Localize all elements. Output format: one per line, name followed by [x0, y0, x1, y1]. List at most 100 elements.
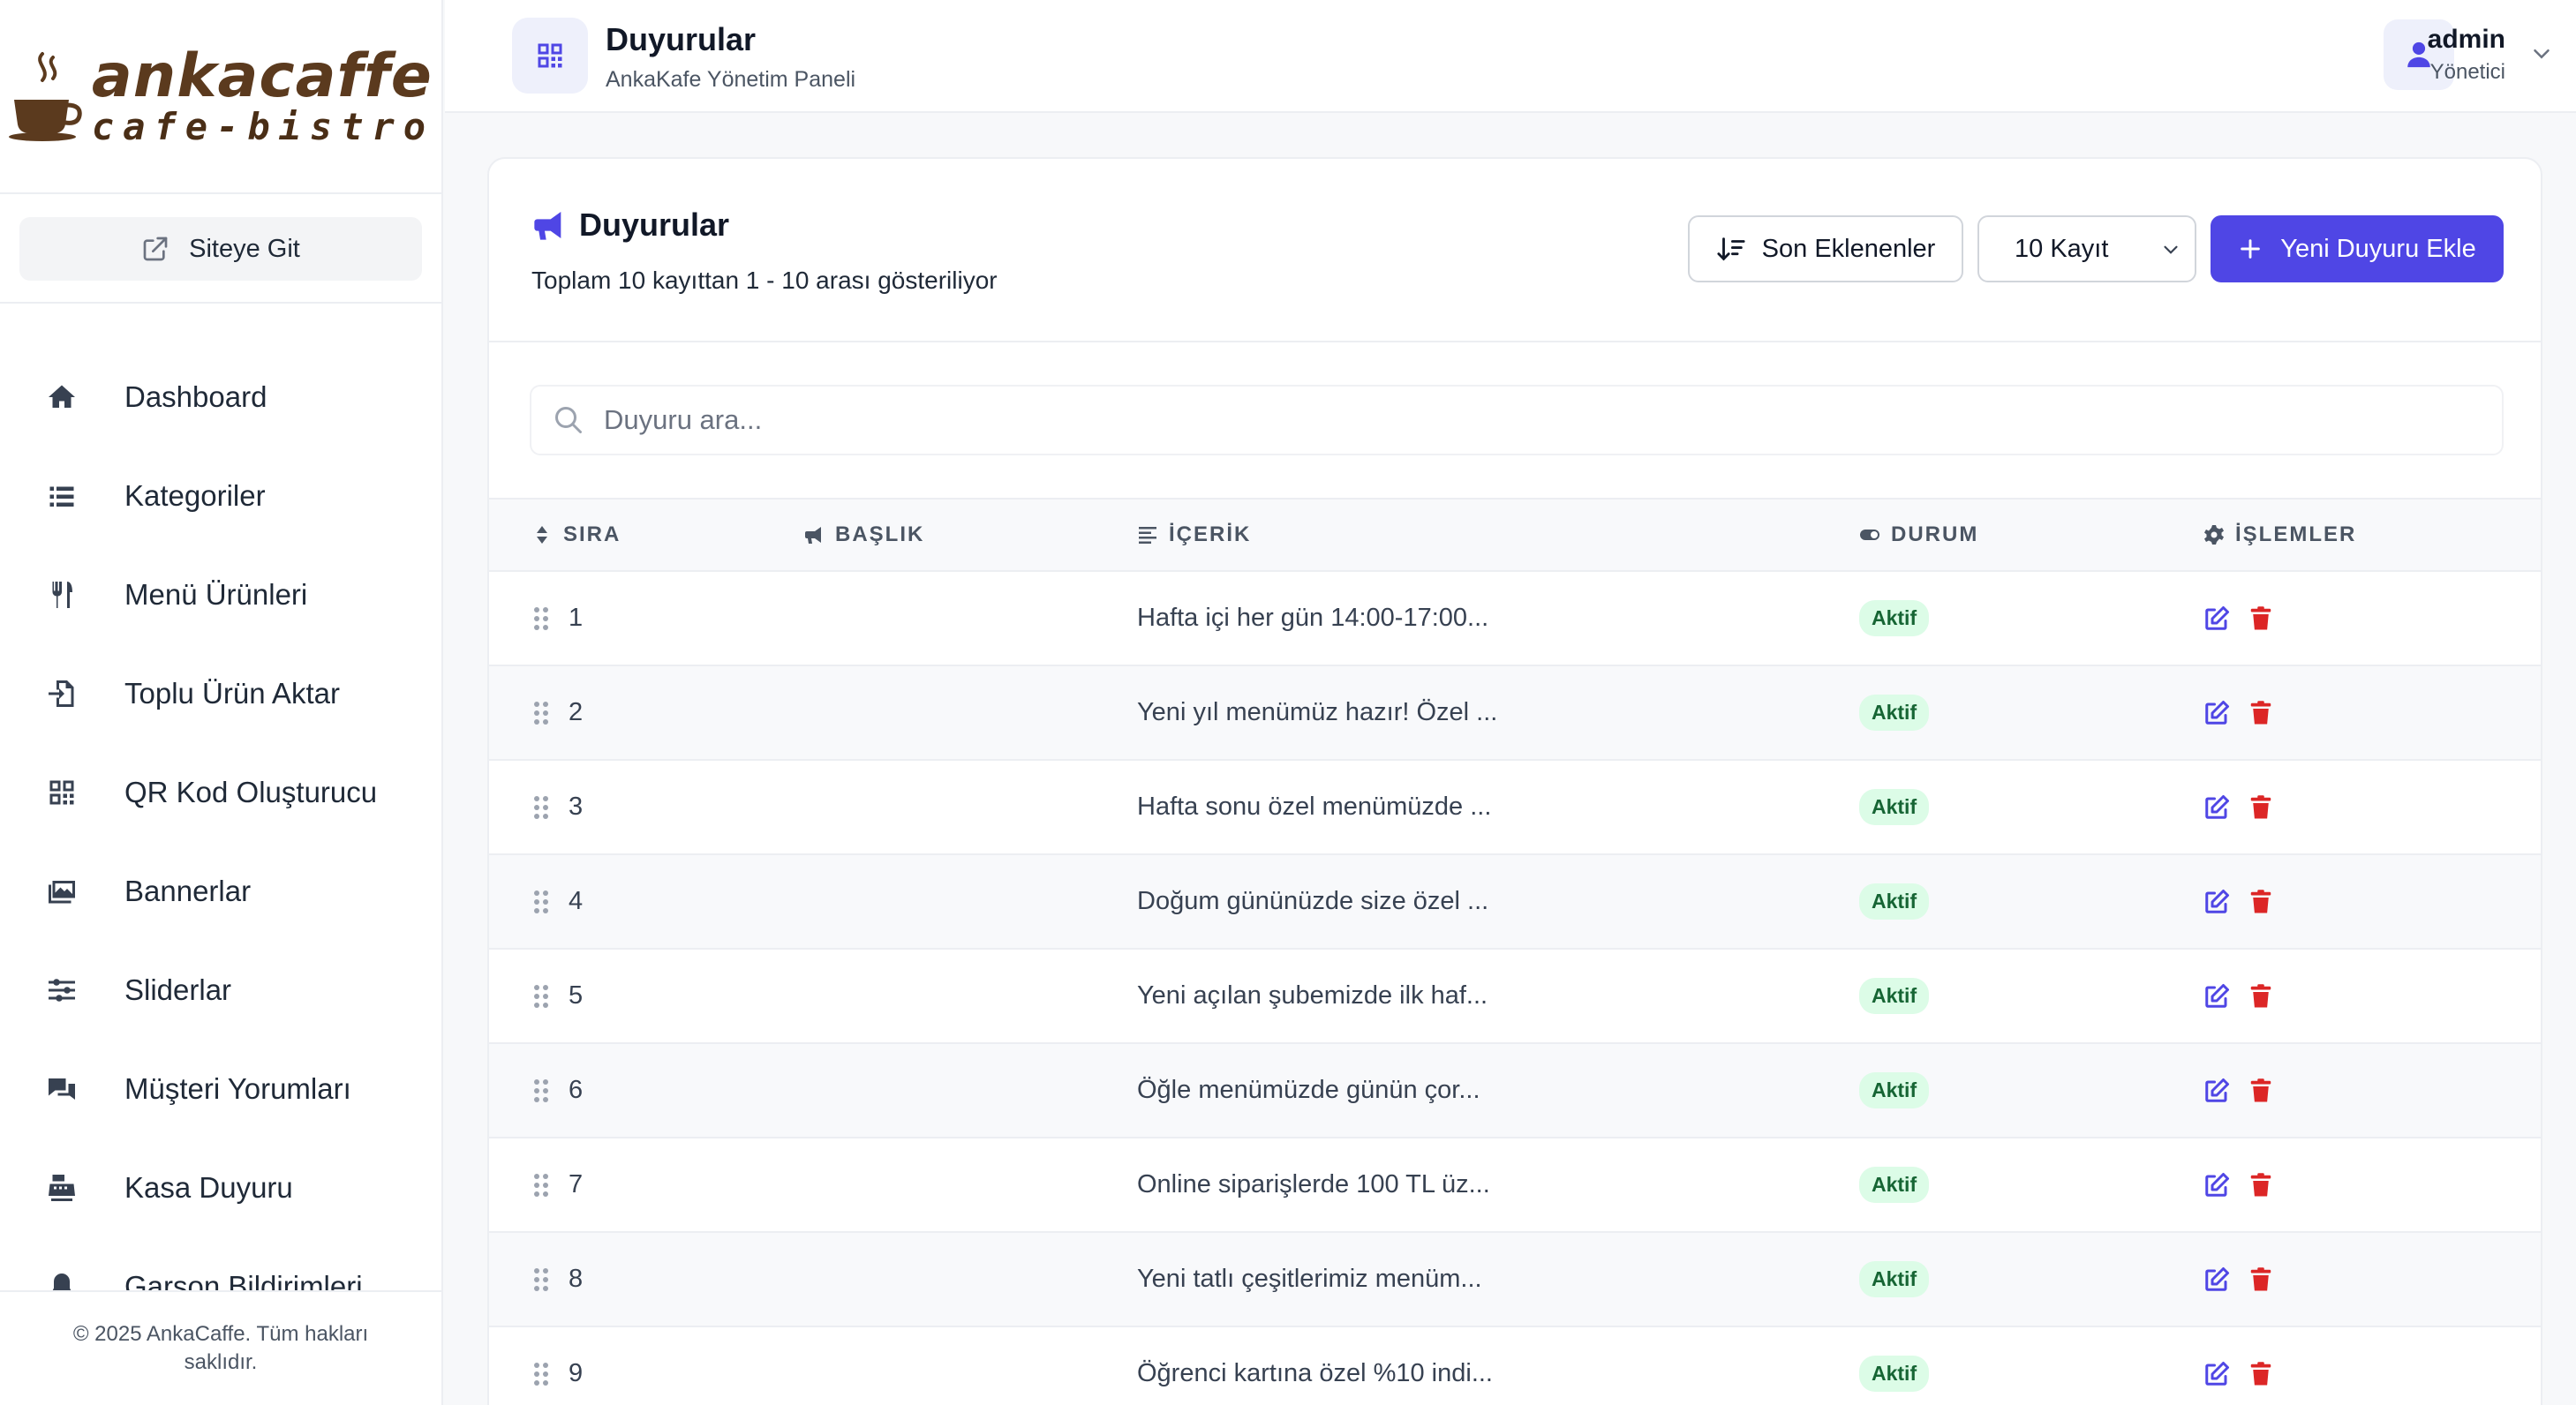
grip-vertical-icon[interactable]: [531, 1172, 551, 1198]
visit-site-label: Siteye Git: [189, 234, 300, 263]
search-box: [530, 385, 2504, 455]
qrcode-icon: [46, 777, 78, 808]
grip-vertical-icon[interactable]: [531, 1078, 551, 1104]
sidebar-item-label: Dashboard: [124, 380, 267, 413]
table-row[interactable]: 1 Hafta içi her gün 14:00-17:00... Aktif: [489, 572, 2541, 666]
visit-site-button[interactable]: Siteye Git: [19, 217, 422, 281]
bullhorn-icon: [534, 212, 561, 240]
chevron-down-icon[interactable]: [2528, 41, 2555, 67]
trash-icon[interactable]: [2248, 983, 2274, 1010]
table-header: SIRA BAŞLIK İÇERİK DURUM İŞLEMLER: [489, 500, 2541, 572]
search-icon: [555, 407, 582, 433]
edit-icon[interactable]: [2203, 700, 2230, 726]
column-header-baslik: BAŞLIK: [803, 500, 924, 570]
edit-icon[interactable]: [2203, 1172, 2230, 1198]
trash-icon[interactable]: [2248, 700, 2274, 726]
table-row[interactable]: 9 Öğrenci kartına özel %10 indi... Aktif: [489, 1327, 2541, 1405]
page-title: Duyurular: [606, 21, 757, 57]
edit-icon[interactable]: [2203, 983, 2230, 1010]
sidebar-item-kategoriler[interactable]: Kategoriler: [0, 447, 441, 545]
sidebar-item-menu-urunleri[interactable]: Menü Ürünleri: [0, 545, 441, 644]
bell-icon: [46, 1271, 78, 1292]
brand-logo[interactable]: ankacaffe cafe-bistro: [7, 47, 434, 146]
status-badge: Aktif: [1859, 883, 1930, 920]
table-row[interactable]: 6 Öğle menümüzde günün çor... Aktif: [489, 1044, 2541, 1138]
sidebar-item-label: Garson Bildirimleri: [124, 1270, 363, 1292]
grip-vertical-icon[interactable]: [531, 1361, 551, 1387]
edit-icon[interactable]: [2203, 605, 2230, 632]
search-input[interactable]: [604, 404, 2369, 436]
user-role: Yönetici: [2429, 60, 2505, 84]
trash-icon[interactable]: [2248, 1266, 2274, 1293]
grip-vertical-icon[interactable]: [531, 983, 551, 1010]
table-row[interactable]: 7 Online siparişlerde 100 TL üz... Aktif: [489, 1138, 2541, 1233]
sort-label: Son Eklenenler: [1761, 234, 1936, 263]
edit-icon[interactable]: [2203, 1078, 2230, 1104]
sidebar-item-label: Menü Ürünleri: [124, 578, 308, 611]
home-icon: [46, 381, 78, 413]
trash-icon[interactable]: [2248, 1172, 2274, 1198]
table-row[interactable]: 3 Hafta sonu özel menümüzde ... Aktif: [489, 761, 2541, 855]
row-actions: [2203, 666, 2292, 759]
edit-icon[interactable]: [2203, 794, 2230, 821]
sidebar-item-label: Kategoriler: [124, 479, 266, 512]
grip-vertical-icon[interactable]: [531, 889, 551, 915]
plus-icon: [2241, 239, 2261, 259]
trash-icon[interactable]: [2248, 1361, 2274, 1387]
cog-icon: [2204, 525, 2224, 545]
sidebar-item-qr-kod[interactable]: QR Kod Oluşturucu: [0, 743, 441, 842]
page-subtitle: AnkaKafe Yönetim Paneli: [606, 67, 856, 92]
trash-icon[interactable]: [2248, 1078, 2274, 1104]
table-row[interactable]: 2 Yeni yıl menümüz hazır! Özel ... Aktif: [489, 666, 2541, 761]
sidebar-item-dashboard[interactable]: Dashboard: [0, 348, 441, 447]
row-order: 8: [569, 1265, 584, 1293]
per-page-value: 10 Kayıt: [2015, 234, 2109, 263]
sidebar-item-sliderlar[interactable]: Sliderlar: [0, 941, 441, 1040]
row-actions: [2203, 761, 2292, 853]
status-badge: Aktif: [1859, 978, 1930, 1014]
edit-icon[interactable]: [2203, 1266, 2230, 1293]
sidebar-item-toplu-urun-aktar[interactable]: Toplu Ürün Aktar: [0, 644, 441, 743]
sidebar-item-bannerlar[interactable]: Bannerlar: [0, 842, 441, 941]
grip-vertical-icon[interactable]: [531, 605, 551, 632]
grip-vertical-icon[interactable]: [531, 700, 551, 726]
column-header-sira[interactable]: SIRA: [531, 500, 621, 570]
coffee-cup-icon: [8, 52, 82, 141]
status-badge: Aktif: [1859, 1167, 1930, 1203]
row-order: 9: [569, 1359, 584, 1387]
utensils-icon: [46, 579, 78, 611]
comments-icon: [46, 1073, 78, 1105]
grip-vertical-icon[interactable]: [531, 1266, 551, 1293]
user-name[interactable]: admin: [2428, 25, 2505, 55]
sidebar-item-kasa-duyuru[interactable]: Kasa Duyuru: [0, 1138, 441, 1237]
status-badge: Aktif: [1859, 1072, 1930, 1108]
row-content: Öğle menümüzde günün çor...: [1137, 1076, 1480, 1104]
sidebar-item-label: Kasa Duyuru: [124, 1171, 293, 1204]
align-left-icon: [1139, 527, 1156, 544]
sort-button[interactable]: Son Eklenenler: [1688, 215, 1963, 282]
sidebar-item-label: QR Kod Oluşturucu: [124, 776, 378, 808]
table-row[interactable]: 5 Yeni açılan şubemizde ilk haf... Aktif: [489, 950, 2541, 1044]
add-announcement-button[interactable]: Yeni Duyuru Ekle: [2211, 215, 2504, 282]
sidebar-item-musteri-yorumlari[interactable]: Müşteri Yorumları: [0, 1040, 441, 1138]
edit-icon[interactable]: [2203, 889, 2230, 915]
logo-sub-text: cafe-bistro: [91, 105, 435, 148]
sidebar-item-label: Müşteri Yorumları: [124, 1072, 351, 1105]
row-content: Hafta içi her gün 14:00-17:00...: [1137, 604, 1489, 632]
table-row[interactable]: 8 Yeni tatlı çeşitlerimiz menüm... Aktif: [489, 1233, 2541, 1327]
edit-icon[interactable]: [2203, 1361, 2230, 1387]
trash-icon[interactable]: [2248, 889, 2274, 915]
per-page-select[interactable]: 10 Kayıt: [1977, 215, 2196, 282]
table-row[interactable]: 4 Doğum gününüzde size özel ... Aktif: [489, 855, 2541, 950]
column-header-durum: DURUM: [1859, 500, 1978, 570]
trash-icon[interactable]: [2248, 794, 2274, 821]
sidebar-footer: © 2025 AnkaCaffe. Tüm hakları saklıdır.: [0, 1290, 441, 1405]
row-content: Yeni tatlı çeşitlerimiz menüm...: [1137, 1265, 1482, 1293]
grip-vertical-icon[interactable]: [531, 794, 551, 821]
sidebar-item-garson-bildirimleri[interactable]: Garson Bildirimleri: [0, 1237, 441, 1292]
card-header: Duyurular Toplam 10 kayıttan 1 - 10 aras…: [489, 159, 2541, 342]
topbar: Duyurular AnkaKafe Yönetim Paneli admin …: [445, 0, 2576, 113]
row-actions: [2203, 1233, 2292, 1326]
sliders-icon: [46, 974, 78, 1006]
trash-icon[interactable]: [2248, 605, 2274, 632]
